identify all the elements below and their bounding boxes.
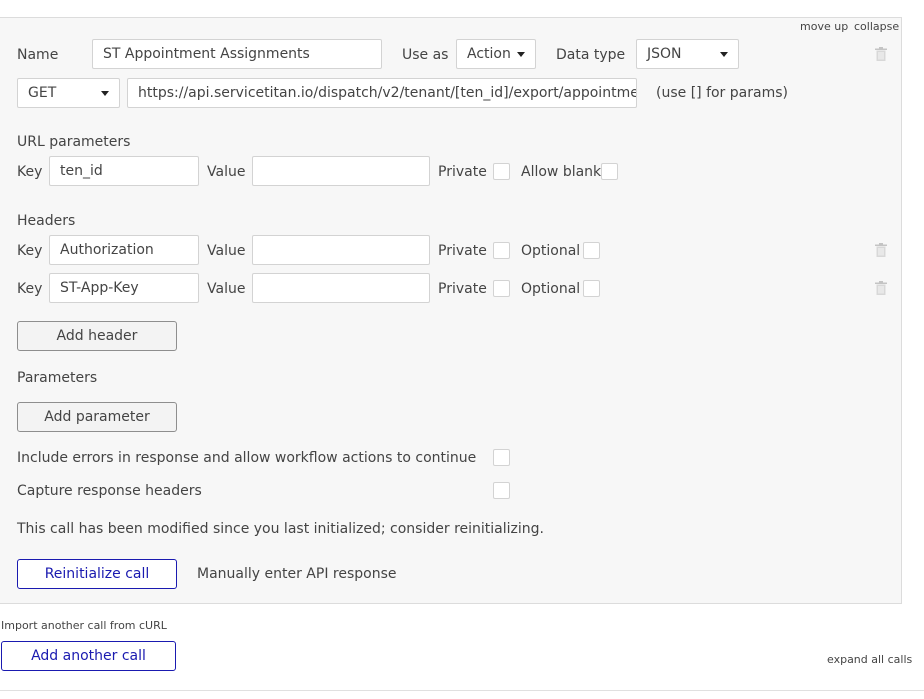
http-method-select[interactable]: GET — [17, 78, 120, 108]
header-optional-label: Optional — [521, 243, 581, 259]
url-input[interactable]: https://api.servicetitan.io/dispatch/v2/… — [127, 78, 637, 108]
header-value-input[interactable] — [252, 235, 430, 265]
add-header-button[interactable]: Add header — [17, 321, 177, 351]
header-optional-label: Optional — [521, 281, 581, 297]
use-as-value: Action — [467, 46, 511, 62]
params-hint: (use [] for params) — [656, 85, 788, 101]
use-as-select[interactable]: Action — [456, 39, 536, 69]
url-param-private-label: Private — [438, 164, 487, 180]
header-key-input[interactable]: Authorization — [49, 235, 199, 265]
header-key-input[interactable]: ST-App-Key — [49, 273, 199, 303]
delete-call-trash-icon[interactable] — [875, 47, 887, 61]
header-value-input[interactable] — [252, 273, 430, 303]
caret-down-icon — [720, 52, 728, 57]
url-parameters-heading: URL parameters — [17, 134, 131, 150]
header-key-label: Key — [17, 243, 43, 259]
url-param-allow-blank-checkbox[interactable] — [601, 163, 618, 180]
header-value-label: Value — [207, 243, 246, 259]
import-curl-link[interactable]: Import another call from cURL — [1, 619, 167, 633]
modified-warning-text: This call has been modified since you la… — [17, 521, 544, 537]
use-as-label: Use as — [402, 47, 449, 63]
url-param-key-label: Key — [17, 164, 43, 180]
include-errors-label: Include errors in response and allow wor… — [17, 450, 477, 466]
caret-down-icon — [101, 91, 109, 96]
divider — [0, 690, 924, 691]
url-param-value-input[interactable] — [252, 156, 430, 186]
data-type-select[interactable]: JSON — [636, 39, 739, 69]
add-parameter-button[interactable]: Add parameter — [17, 402, 177, 432]
reinitialize-call-button[interactable]: Reinitialize call — [17, 559, 177, 589]
http-method-value: GET — [28, 85, 57, 101]
header-value-label: Value — [207, 281, 246, 297]
parameters-heading: Parameters — [17, 370, 98, 386]
move-up-link[interactable]: move up — [800, 20, 848, 34]
call-name-input[interactable]: ST Appointment Assignments — [92, 39, 382, 69]
url-param-key-input[interactable]: ten_id — [49, 156, 199, 186]
header-optional-checkbox[interactable] — [583, 242, 600, 259]
header-optional-checkbox[interactable] — [583, 280, 600, 297]
expand-all-calls-link[interactable]: expand all calls — [827, 653, 912, 667]
data-type-value: JSON — [647, 46, 682, 62]
header-private-checkbox[interactable] — [493, 280, 510, 297]
url-param-allow-blank-label: Allow blank — [521, 164, 602, 180]
header-private-label: Private — [438, 243, 487, 259]
url-param-value-label: Value — [207, 164, 246, 180]
capture-headers-checkbox[interactable] — [493, 482, 510, 499]
add-another-call-button[interactable]: Add another call — [1, 641, 176, 671]
header-key-label: Key — [17, 281, 43, 297]
header-private-label: Private — [438, 281, 487, 297]
delete-header-trash-icon[interactable] — [875, 281, 887, 295]
data-type-label: Data type — [556, 47, 626, 63]
include-errors-checkbox[interactable] — [493, 449, 510, 466]
url-param-private-checkbox[interactable] — [493, 163, 510, 180]
caret-down-icon — [517, 52, 525, 57]
header-private-checkbox[interactable] — [493, 242, 510, 259]
capture-headers-label: Capture response headers — [17, 483, 202, 499]
headers-heading: Headers — [17, 213, 76, 229]
collapse-link[interactable]: collapse — [854, 20, 899, 34]
manual-api-response-link[interactable]: Manually enter API response — [197, 565, 396, 583]
name-label: Name — [17, 47, 59, 63]
delete-header-trash-icon[interactable] — [875, 243, 887, 257]
